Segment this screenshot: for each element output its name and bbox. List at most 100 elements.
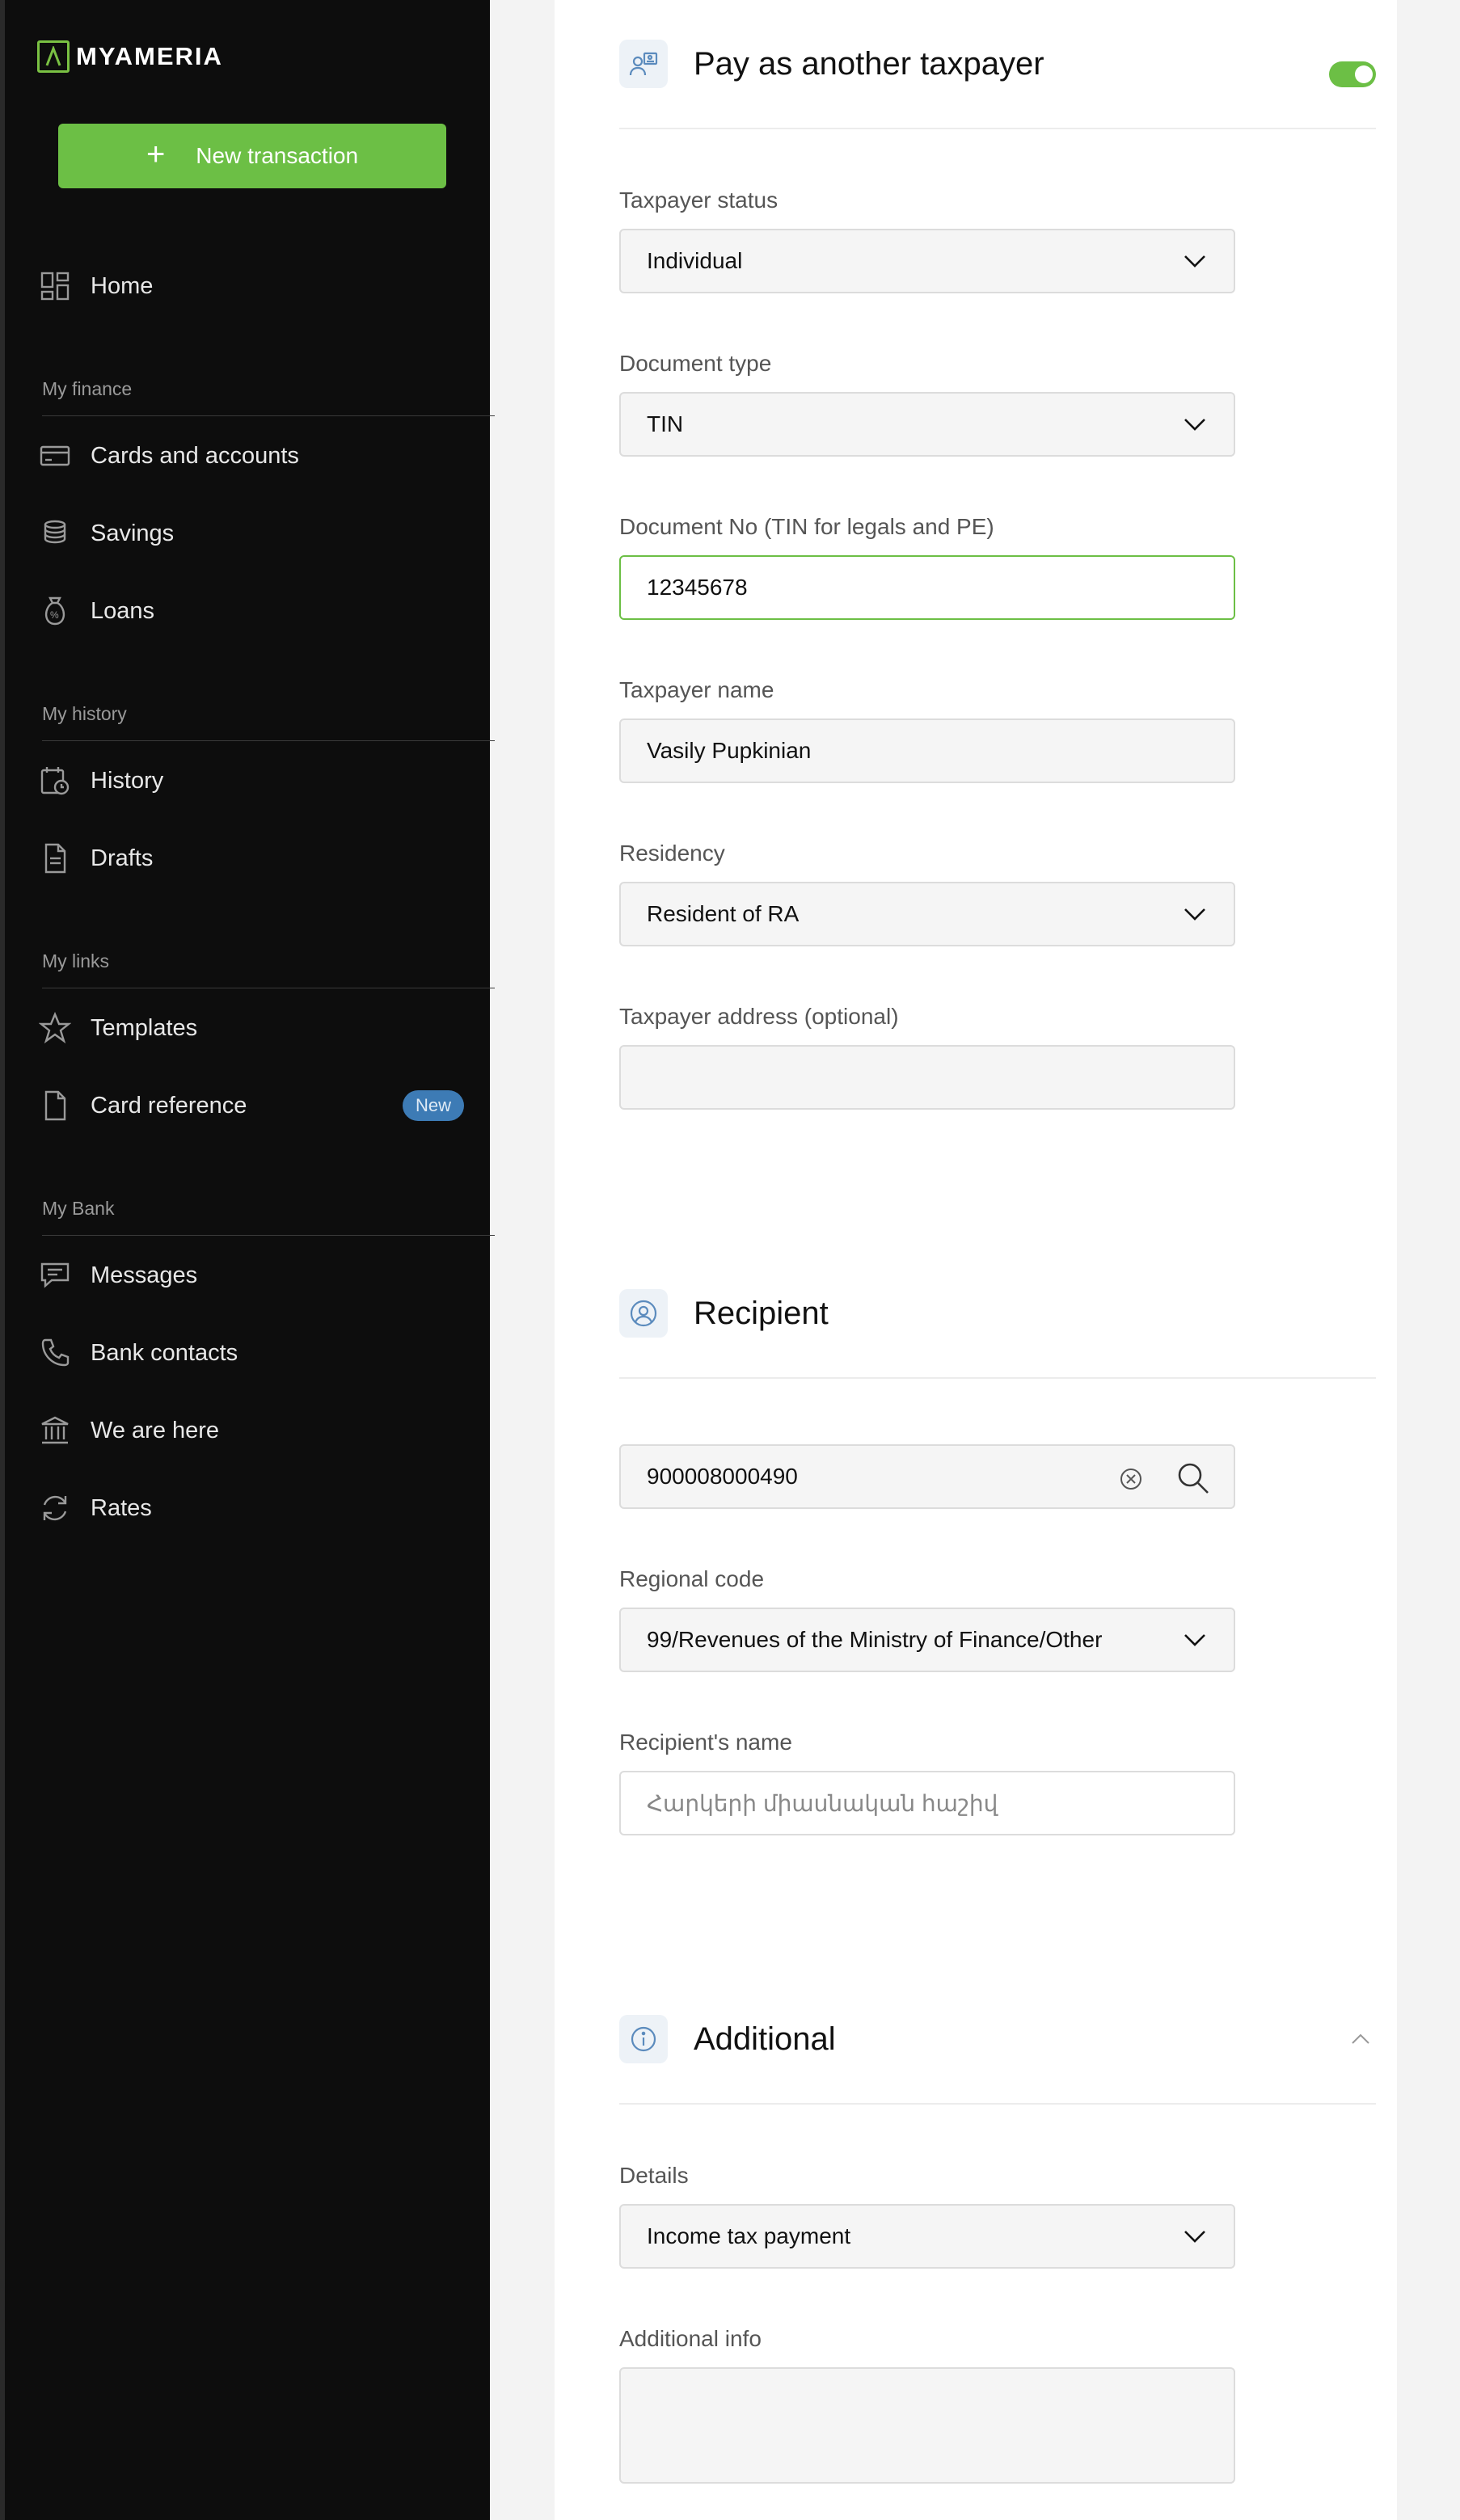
recipient-section-header: Recipient [619, 1249, 1376, 1379]
card-icon [37, 438, 73, 474]
residency-value: Resident of RA [647, 901, 800, 926]
taxpayer-status-label: Taxpayer status [619, 188, 779, 213]
additional-info-label: Additional info [619, 2326, 762, 2351]
additional-section-title: Additional [694, 2021, 836, 2057]
new-badge: New [402, 1090, 464, 1121]
logo-mark-icon [37, 40, 70, 73]
sidebar-item-label: History [91, 767, 164, 794]
regional-code-select[interactable]: 99/Revenues of the Ministry of Finance/O… [619, 1608, 1235, 1672]
sidebar-item-bank-contacts[interactable]: Bank contacts [37, 1329, 466, 1377]
additional-section-header: Additional [619, 1975, 1376, 2105]
logo-rest: AMERIA [114, 42, 223, 70]
document-no-input[interactable]: 12345678 [619, 555, 1235, 620]
star-icon [37, 1010, 73, 1046]
taxpayer-name-input[interactable]: Vasily Pupkinian [619, 718, 1235, 783]
regional-code-label: Regional code [619, 1566, 765, 1591]
file-icon [37, 1088, 73, 1123]
sidebar-item-card-reference[interactable]: Card reference New [37, 1081, 466, 1130]
plus-icon: + [146, 137, 166, 172]
sidebar-item-label: Savings [91, 520, 175, 546]
person-card-icon [619, 40, 668, 88]
logo[interactable]: MYAMERIA [37, 40, 223, 73]
sidebar-item-we-are-here[interactable]: We are here [37, 1406, 466, 1455]
document-type-select[interactable]: TIN [619, 392, 1235, 457]
recipient-account-input[interactable]: 900008000490 [619, 1444, 1235, 1509]
residency-select[interactable]: Resident of RA [619, 882, 1235, 946]
refresh-icon [37, 1490, 73, 1526]
divider [42, 1235, 495, 1236]
info-icon [619, 2015, 668, 2063]
pay-as-another-toggle[interactable] [1329, 61, 1376, 87]
chevron-down-icon [1184, 908, 1205, 921]
additional-info-textarea[interactable] [619, 2367, 1235, 2484]
sidebar-item-label: Bank contacts [91, 1339, 238, 1366]
taxpayer-address-input[interactable] [619, 1045, 1235, 1110]
sidebar-item-savings[interactable]: Savings [37, 509, 466, 558]
regional-code-value: 99/Revenues of the Ministry of Finance/O… [647, 1627, 1103, 1652]
section-label-links: My links [42, 950, 110, 971]
money-bag-icon: % [37, 593, 73, 629]
payment-form-card: Pay as another taxpayer Taxpayer status … [555, 0, 1397, 2520]
section-label-finance: My finance [42, 378, 133, 399]
logo-my: MY [76, 42, 115, 70]
taxpayer-section-title: Pay as another taxpayer [694, 45, 1044, 82]
sidebar-item-loans[interactable]: % Loans [37, 587, 466, 635]
sidebar-item-label: Drafts [91, 845, 154, 871]
sidebar-item-label: Card reference [91, 1092, 247, 1119]
sidebar-item-label: Home [91, 272, 154, 299]
document-icon [37, 841, 73, 876]
details-value: Income tax payment [647, 2223, 851, 2248]
chevron-down-icon [1184, 1634, 1205, 1646]
new-transaction-label: New transaction [196, 143, 359, 168]
details-select[interactable]: Income tax payment [619, 2204, 1235, 2269]
chevron-down-icon [1184, 419, 1205, 431]
sidebar-item-home[interactable]: Home [37, 262, 466, 310]
chat-icon [37, 1258, 73, 1293]
sidebar-item-label: Loans [91, 597, 155, 624]
recipient-name-placeholder: Հարկերի միասնական հաշիվ [647, 1790, 998, 1816]
sidebar-item-drafts[interactable]: Drafts [37, 834, 466, 883]
taxpayer-section-header: Pay as another taxpayer [619, 0, 1376, 129]
chevron-down-icon [1184, 2231, 1205, 2243]
new-transaction-button[interactable]: + New transaction [58, 124, 446, 188]
clear-icon[interactable] [1119, 1467, 1143, 1491]
taxpayer-address-label: Taxpayer address (optional) [619, 1004, 899, 1029]
logo-text: MYAMERIA [76, 42, 223, 71]
chevron-up-icon[interactable] [1350, 2032, 1371, 2046]
document-no-value: 12345678 [647, 575, 748, 600]
section-label-bank: My Bank [42, 1198, 115, 1219]
calendar-clock-icon [37, 763, 73, 799]
sidebar: MYAMERIA + New transaction Home My finan… [0, 0, 495, 2520]
document-no-label: Document No (TIN for legals and PE) [619, 514, 994, 539]
recipient-name-label: Recipient's name [619, 1730, 792, 1755]
bank-building-icon [37, 1413, 73, 1448]
recipient-name-input[interactable]: Հարկերի միասնական հաշիվ [619, 1771, 1235, 1835]
recipient-section-title: Recipient [694, 1295, 829, 1331]
sidebar-item-history[interactable]: History [37, 756, 466, 805]
sidebar-item-templates[interactable]: Templates [37, 1004, 466, 1052]
grid-icon [37, 268, 73, 304]
taxpayer-status-value: Individual [647, 248, 743, 273]
coins-icon [37, 516, 73, 551]
sidebar-item-messages[interactable]: Messages [37, 1251, 466, 1300]
taxpayer-name-label: Taxpayer name [619, 677, 774, 702]
svg-text:%: % [50, 609, 59, 621]
chevron-down-icon [1184, 255, 1205, 268]
section-label-history: My history [42, 703, 127, 724]
divider [42, 740, 495, 741]
sidebar-item-rates[interactable]: Rates [37, 1484, 466, 1532]
phone-icon [37, 1335, 73, 1371]
taxpayer-name-value: Vasily Pupkinian [647, 738, 812, 763]
sidebar-item-label: Cards and accounts [91, 442, 299, 469]
document-type-value: TIN [647, 411, 684, 436]
search-icon[interactable] [1175, 1460, 1211, 1496]
user-circle-icon [619, 1289, 668, 1338]
sidebar-item-label: We are here [91, 1417, 220, 1443]
recipient-account-value: 900008000490 [647, 1464, 798, 1489]
taxpayer-status-select[interactable]: Individual [619, 229, 1235, 293]
sidebar-item-cards[interactable]: Cards and accounts [37, 432, 466, 480]
sidebar-item-label: Messages [91, 1262, 198, 1288]
document-type-label: Document type [619, 351, 772, 376]
residency-label: Residency [619, 841, 725, 866]
divider [42, 415, 495, 416]
